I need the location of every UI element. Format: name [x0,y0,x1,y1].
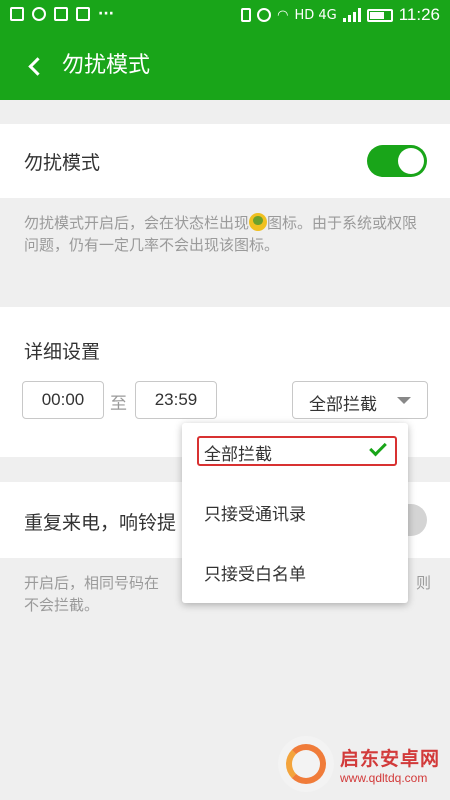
menu-item-contacts-only[interactable]: 只接受通讯录 [182,483,408,543]
mode-dropdown[interactable]: 全部拦截 [292,381,428,419]
dnd-label: 勿扰模式 [24,152,101,174]
message-icon [10,7,24,21]
alarm-icon [257,8,272,22]
image-icon [54,7,68,21]
app-header: 勿扰模式 [0,32,450,100]
menu-item-label: 只接受白名单 [204,565,306,585]
network-type: HD 4G [294,7,337,23]
dnd-toggle[interactable] [367,145,427,177]
caret-down-icon [397,397,411,404]
dnd-description-part1: 勿扰模式开启后，会在状态栏出现 [24,214,250,232]
gallery-icon [76,7,90,21]
to-label: 至 [110,394,127,414]
repeat-call-label: 重复来电，响铃提 [24,512,177,534]
menu-item-block-all[interactable]: 全部拦截 [182,423,408,483]
repeat-description-right: 则 [416,574,432,592]
back-button[interactable] [18,50,50,82]
vibrate-icon [241,8,252,22]
signal-icon [342,8,361,22]
system-icons: ◠ HD 4G 11:26 [241,5,440,25]
battery-icon [366,8,393,22]
wifi-icon: ◠ [277,7,289,23]
clover-icon [32,7,46,21]
page-title: 勿扰模式 [62,53,151,78]
notification-icons: ··· [10,7,114,21]
start-time-field[interactable]: 00:00 [22,381,104,419]
detail-title: 详细设置 [24,341,101,363]
menu-item-label: 只接受通讯录 [204,505,306,525]
dnd-status-icon [249,213,268,231]
site-watermark: 启东安卓网 www.qdltdq.com [277,736,440,792]
mode-menu: 全部拦截 只接受通讯录 只接受白名单 [182,423,408,603]
mode-dropdown-value: 全部拦截 [309,395,377,415]
chevron-left-icon [27,56,47,76]
end-time-field[interactable]: 23:59 [135,381,217,419]
toggle-knob [398,148,424,174]
watermark-url: www.qdltdq.com [339,770,428,785]
menu-item-whitelist-only[interactable]: 只接受白名单 [182,543,408,603]
menu-item-label: 全部拦截 [204,445,272,465]
repeat-description-left: 开启后，相同号码在 [24,574,160,592]
more-icon: ··· [98,6,114,22]
clock: 11:26 [398,5,440,24]
watermark-name: 启东安卓网 [339,747,440,770]
dnd-row: 勿扰模式 [0,124,450,198]
status-bar: ··· ◠ HD 4G 11:26 [0,0,450,32]
dnd-description: 勿扰模式开启后，会在状态栏出现 图标。由于系统或权限问题，仍有一定几率不会出现该图… [24,212,429,256]
watermark-logo-icon [277,736,334,792]
